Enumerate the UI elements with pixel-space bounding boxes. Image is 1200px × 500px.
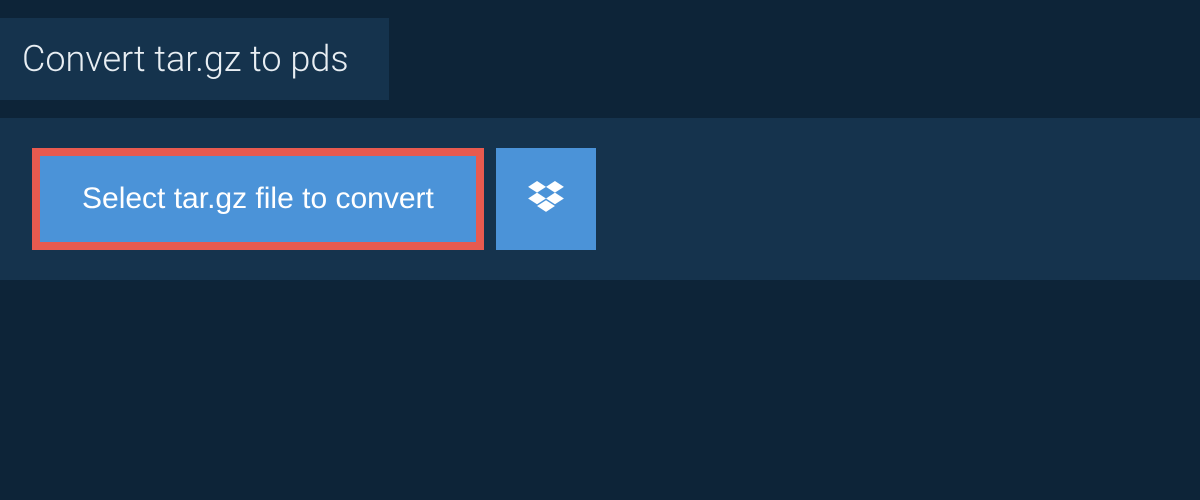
select-file-button[interactable]: Select tar.gz file to convert (32, 148, 484, 250)
title-tab: Convert tar.gz to pds (0, 18, 389, 100)
content-panel: Select tar.gz file to convert (0, 118, 1200, 280)
dropbox-icon (528, 181, 564, 218)
page-title: Convert tar.gz to pds (22, 38, 349, 80)
dropbox-button[interactable] (496, 148, 596, 250)
select-file-button-label: Select tar.gz file to convert (82, 182, 434, 216)
button-row: Select tar.gz file to convert (32, 148, 1170, 250)
